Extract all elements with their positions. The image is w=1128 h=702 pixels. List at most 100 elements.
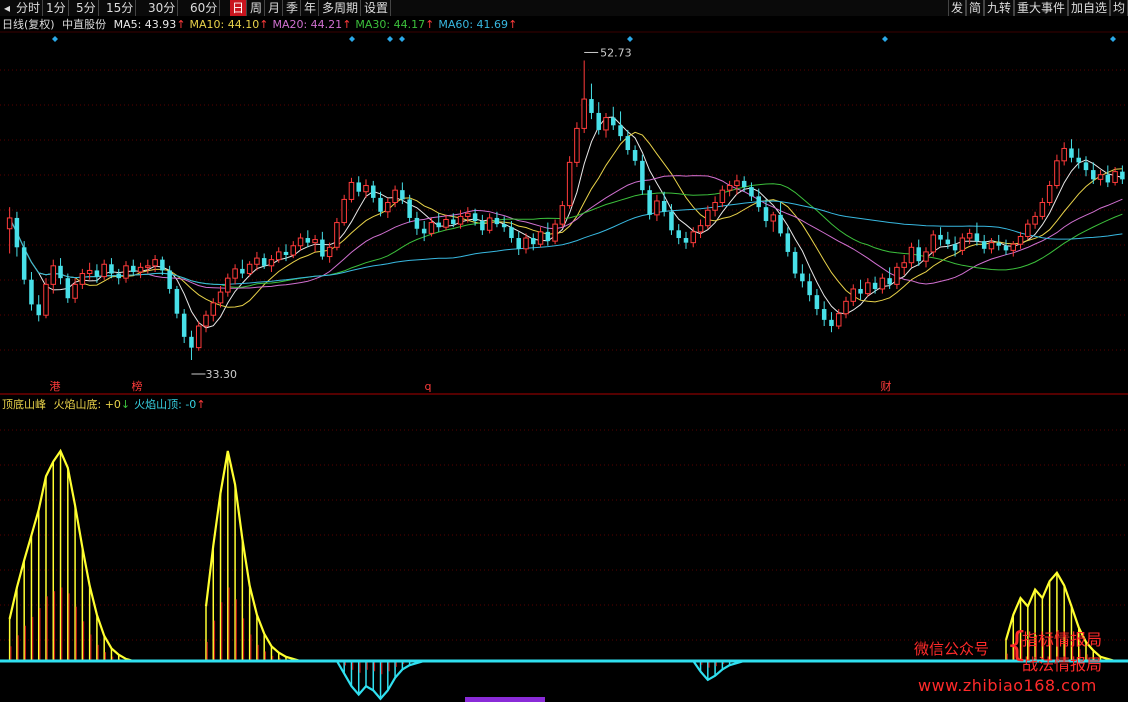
candle-body	[21, 247, 27, 280]
ma-line-10	[9, 131, 1123, 308]
candle-body	[407, 199, 412, 218]
candle-body	[472, 213, 478, 222]
candle-body	[486, 217, 493, 231]
candle-body	[58, 265, 63, 279]
candlestick-chart[interactable]: 52.73 33.30 港 榜 q 财	[0, 0, 1128, 702]
candle-body	[1076, 157, 1081, 163]
candle-body	[865, 282, 871, 295]
candle-body	[726, 185, 733, 191]
candle-body	[43, 283, 49, 316]
candle-body	[625, 136, 631, 151]
timeline-position-marker	[465, 697, 545, 702]
candle-body	[908, 246, 915, 264]
candle-body	[414, 217, 420, 229]
candle-body	[676, 230, 681, 239]
diamond-marker-icon	[627, 36, 633, 42]
candle-body	[581, 98, 587, 129]
low-price-label: 33.30	[205, 368, 237, 381]
candle-body	[320, 239, 325, 257]
candle-body	[465, 212, 471, 217]
diamond-marker-icon	[387, 36, 393, 42]
candle-body	[225, 277, 231, 293]
candle-body	[1017, 235, 1024, 245]
diamond-marker-icon	[349, 36, 355, 42]
candle-body	[632, 150, 638, 161]
candle-body	[603, 117, 609, 131]
candle-body	[835, 313, 842, 327]
candle-body	[341, 198, 347, 224]
candle-body	[101, 263, 107, 278]
candle-body	[160, 259, 165, 271]
candle-body	[1112, 171, 1118, 183]
flame-bottom-a-line	[8, 448, 148, 663]
watermark-wechat: 微信公众号	[914, 640, 990, 658]
candle-body	[189, 336, 194, 348]
diamond-marker-icon	[52, 36, 58, 42]
candle-body	[996, 242, 1001, 246]
candle-body	[509, 227, 514, 239]
candle-body	[348, 181, 355, 200]
candle-body	[981, 241, 987, 249]
candle-body	[719, 189, 726, 204]
candle-body	[6, 217, 13, 230]
candle-body	[763, 207, 769, 222]
candle-body	[952, 244, 958, 251]
watermark-name-1: 指标情报局	[1022, 630, 1103, 649]
candle-body	[167, 270, 172, 289]
candle-body	[116, 273, 121, 279]
ma-line-30	[9, 183, 1123, 288]
candle-body	[72, 283, 78, 299]
candle-body	[1032, 215, 1038, 225]
candle-body	[1061, 147, 1067, 162]
candle-body	[887, 278, 892, 285]
candle-body	[261, 258, 267, 266]
candle-body	[50, 265, 57, 285]
candle-body	[574, 127, 580, 163]
event-mark: 港	[50, 380, 61, 393]
candle-body	[1091, 170, 1096, 180]
candle-body	[400, 190, 405, 200]
candle-body	[210, 302, 217, 316]
candle-body	[792, 251, 798, 274]
candle-body	[1025, 223, 1031, 237]
candle-body	[829, 319, 834, 327]
candle-body	[1120, 171, 1125, 180]
candle-body	[312, 239, 318, 244]
candle-body	[596, 112, 601, 130]
candle-body	[123, 265, 129, 279]
candle-body	[246, 263, 253, 275]
candle-body	[94, 270, 100, 277]
candle-body	[770, 214, 777, 222]
candle-body	[966, 232, 973, 239]
candle-body	[923, 251, 929, 262]
candle-body	[800, 273, 805, 282]
candle-body	[697, 225, 704, 233]
candle-body	[109, 264, 114, 274]
candle-body	[516, 238, 521, 249]
candle-body	[566, 161, 573, 207]
candle-body	[1083, 162, 1089, 171]
candle-body	[86, 269, 93, 275]
candle-body	[537, 231, 544, 245]
candle-body	[428, 222, 435, 234]
candle-body	[974, 233, 980, 242]
candle-body	[14, 217, 20, 248]
candle-body	[872, 282, 878, 289]
candle-body	[371, 185, 376, 198]
candle-body	[741, 180, 747, 188]
candle-body	[531, 238, 536, 245]
candle-body	[749, 187, 754, 197]
candle-body	[137, 266, 144, 273]
candle-body	[36, 304, 41, 316]
watermark: 微信公众号 { 指标情报局 战法情报局 www.zhibiao168.com	[914, 624, 1128, 702]
event-mark: q	[425, 380, 432, 393]
candle-body	[275, 251, 282, 261]
candle-body	[297, 237, 304, 247]
ma-line-20	[9, 175, 1123, 289]
candle-body	[232, 268, 238, 279]
candle-body	[451, 219, 456, 225]
candle-body	[1010, 243, 1017, 251]
candle-body	[669, 211, 674, 231]
candle-body	[1069, 148, 1074, 158]
candle-body	[1046, 185, 1053, 204]
